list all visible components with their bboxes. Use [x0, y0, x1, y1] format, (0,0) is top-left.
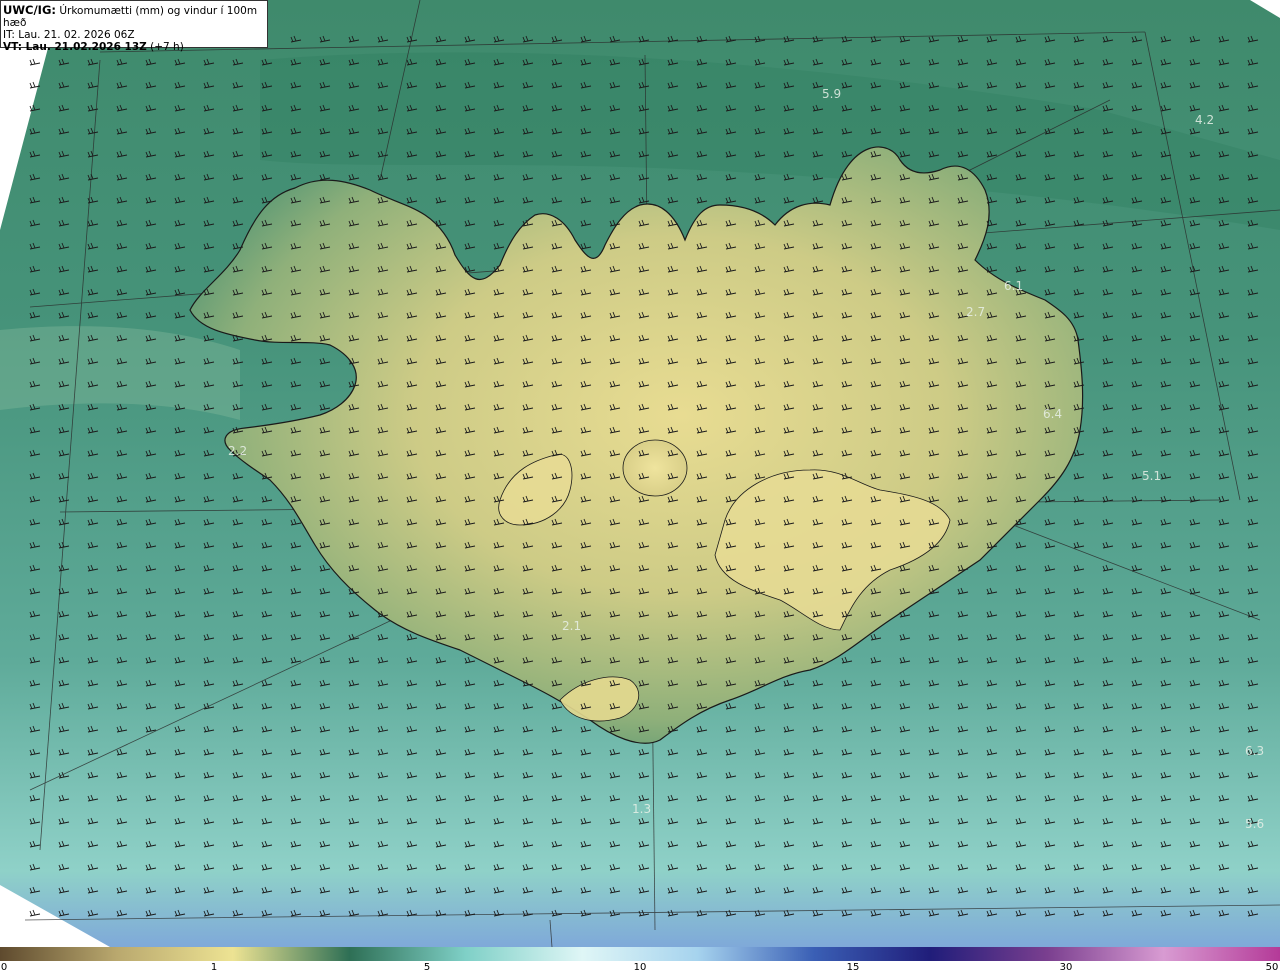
colorbar-fill: [0, 947, 1280, 961]
value-label: 6.3: [1245, 744, 1264, 758]
header-title-row: UWC/IG: Úrkomumætti (mm) og vindur í 100…: [3, 4, 267, 29]
init-time: IT: Lau. 21. 02. 2026 06Z: [3, 29, 135, 41]
colorbar-tick: 15: [846, 962, 860, 973]
glacier-langjokull: [622, 439, 688, 497]
value-label: 5.9: [822, 87, 841, 101]
precipitation-colorbar: [0, 947, 1280, 961]
colorbar-tick: 1: [210, 962, 218, 973]
colorbar-tick: 5: [423, 962, 431, 973]
value-label: 5.6: [1245, 817, 1264, 831]
colorbar-tick: 10: [633, 962, 647, 973]
value-label: 1.3: [632, 802, 651, 816]
value-label: 2.7: [966, 305, 985, 319]
model-name: UWC/IG:: [3, 3, 56, 17]
header-info-box: UWC/IG: Úrkomumætti (mm) og vindur í 100…: [0, 0, 268, 53]
lead-time: (+7 h): [150, 41, 184, 53]
weather-map: 5.9 4.2 6.1 2.7 6.4 5.1 2.1 6.3 5.6 2.2 …: [0, 0, 1280, 947]
colorbar-tick: 0: [0, 962, 8, 973]
value-label: 2.2: [228, 444, 247, 458]
colorbar-tick: 30: [1059, 962, 1073, 973]
valid-time-row: VT: Lau. 21.02.2026 13Z (+7 h): [3, 41, 267, 53]
value-label: 2.1: [562, 619, 581, 633]
value-label: 6.1: [1004, 279, 1023, 293]
value-label: 4.2: [1195, 113, 1214, 127]
valid-time: VT: Lau. 21.02.2026 13Z: [3, 41, 147, 53]
colorbar-tick: 50: [1265, 962, 1279, 973]
value-label: 5.1: [1142, 469, 1161, 483]
value-label: 6.4: [1043, 407, 1062, 421]
